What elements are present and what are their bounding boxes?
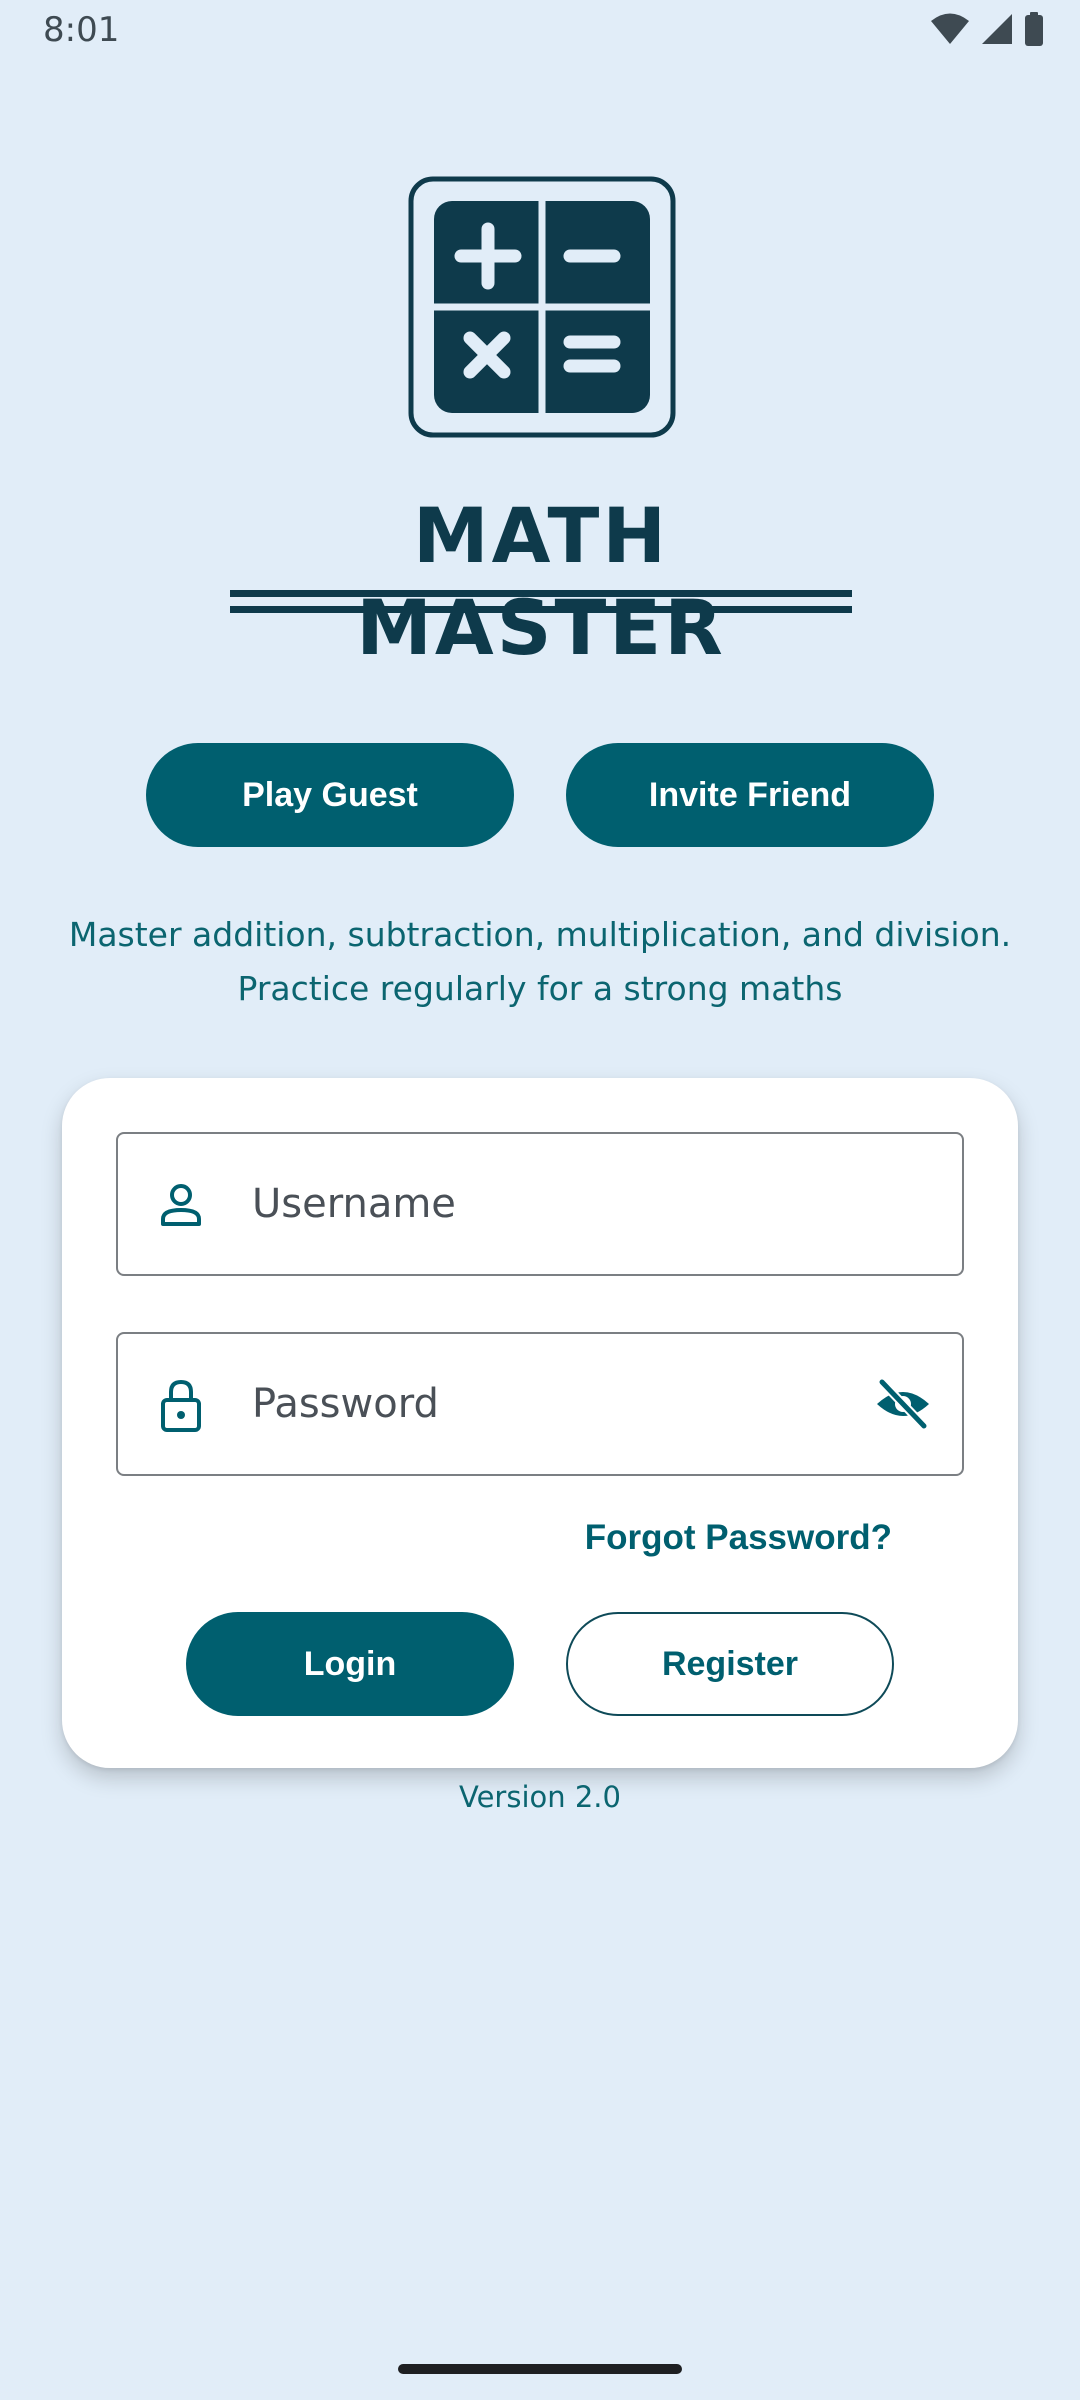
password-input[interactable] [252,1334,812,1474]
tagline: Master addition, subtraction, multiplica… [40,908,1040,1016]
password-field[interactable] [116,1332,964,1476]
tagline-line-1: Master addition, subtraction, multiplica… [68,915,1012,954]
battery-icon [1025,12,1043,46]
status-time: 8:01 [43,10,120,50]
status-icons [930,12,1044,46]
invite-friend-button[interactable]: Invite Friend [566,743,934,847]
calculator-icon [408,176,676,438]
register-button[interactable]: Register [566,1612,894,1716]
status-bar: 8:01 [0,0,1080,64]
version-label: Version 2.0 [459,1780,621,1814]
username-input[interactable] [252,1134,812,1274]
person-icon [161,1184,201,1226]
home-indicator[interactable] [398,2364,682,2374]
app-title-wrap: MATH MASTER [230,490,852,674]
signal-icon [982,14,1012,44]
login-button[interactable]: Login [186,1612,514,1716]
title-underline-top [230,590,852,597]
wifi-icon [931,13,969,44]
tagline-line-2: Practice regularly for a strong maths [237,969,843,1008]
title-underline-bottom [230,606,852,613]
forgot-password-link[interactable]: Forgot Password? [585,1518,892,1558]
lock-icon [161,1379,201,1432]
visibility-off-icon[interactable] [874,1378,932,1430]
login-card: Forgot Password? Login Register [62,1078,1018,1768]
username-field[interactable] [116,1132,964,1276]
app-title: MATH MASTER [356,491,726,672]
play-guest-button[interactable]: Play Guest [146,743,514,847]
